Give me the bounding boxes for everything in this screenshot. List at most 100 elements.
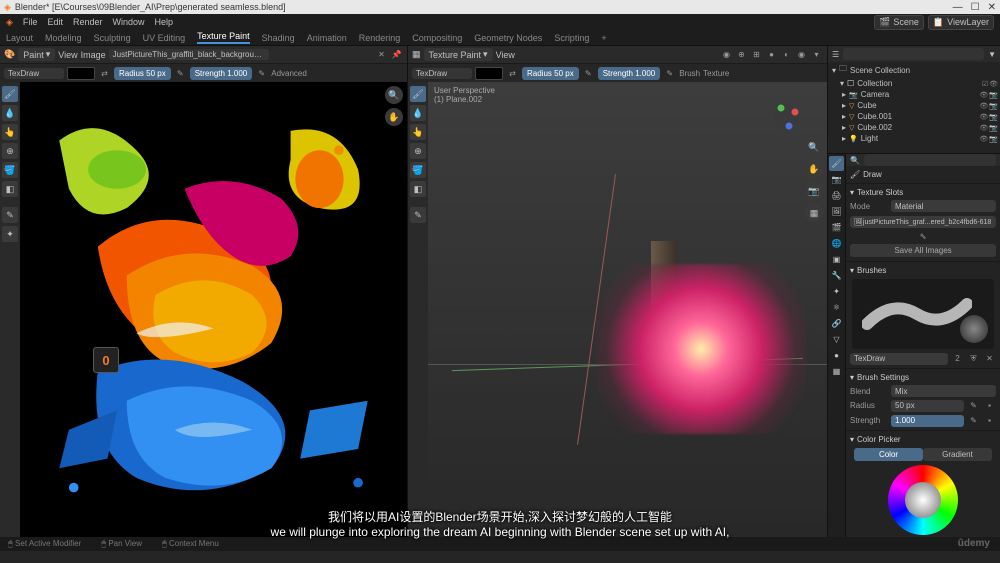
viewlayer-selector[interactable]: 📋 ViewLayer — [928, 15, 994, 30]
prop-tab-texture[interactable]: ▦ — [829, 364, 844, 379]
tab-shading[interactable]: Shading — [262, 33, 295, 43]
prop-tab-particle[interactable]: ✦ — [829, 284, 844, 299]
matprev-icon[interactable]: ◐ — [780, 48, 793, 61]
outliner-collection[interactable]: ▾☐Collection ☑👁 — [828, 78, 1000, 89]
tool-soften[interactable]: 💧 — [2, 105, 18, 121]
prop-tab-data[interactable]: ▽ — [829, 332, 844, 347]
shading-dropdown-icon[interactable]: ▾ — [810, 48, 823, 61]
texture-slot-item[interactable]: 🖼 justPictureThis_graf...ered_b2c4fbd6-6… — [850, 216, 996, 228]
menu-help[interactable]: Help — [155, 17, 174, 27]
tab-layout[interactable]: Layout — [6, 33, 33, 43]
radius-pressure-icon[interactable]: ✎ — [174, 67, 187, 80]
color-tab[interactable]: Color — [854, 448, 923, 461]
tab-uv-editing[interactable]: UV Editing — [143, 33, 186, 43]
brush-unlink-icon[interactable]: ✕ — [983, 352, 996, 365]
prop-tab-object[interactable]: ▣ — [829, 252, 844, 267]
navigation-gizmo[interactable] — [771, 102, 801, 132]
property-search[interactable] — [864, 154, 996, 166]
brush-name-field[interactable]: TexDraw — [850, 353, 948, 365]
zoom-icon[interactable]: 🔍 — [805, 138, 823, 156]
menu-file[interactable]: File — [23, 17, 38, 27]
menu-image[interactable]: Image — [81, 50, 106, 60]
radius-unit-icon[interactable]: ▪ — [983, 399, 996, 412]
advanced-menu[interactable]: Advanced — [271, 69, 307, 78]
tool-fill[interactable]: 🪣 — [410, 162, 426, 178]
camera-icon[interactable]: 📷 — [805, 182, 823, 200]
mode-dropdown[interactable]: Material — [891, 200, 996, 212]
prop-tab-world[interactable]: 🌐 — [829, 236, 844, 251]
tool-soften[interactable]: 💧 — [410, 105, 426, 121]
strength-pressure-icon[interactable]: ✎ — [255, 67, 268, 80]
strength-pressure-icon[interactable]: ✎ — [663, 67, 676, 80]
pan-icon[interactable]: ✋ — [805, 160, 823, 178]
color-picker-header[interactable]: ▾ Color Picker — [850, 433, 996, 446]
menu-window[interactable]: Window — [112, 17, 144, 27]
tab-modeling[interactable]: Modeling — [45, 33, 82, 43]
tool-clone[interactable]: ⊕ — [410, 143, 426, 159]
tab-texture-paint[interactable]: Texture Paint — [197, 31, 250, 44]
tool-draw[interactable]: 🖌 — [410, 86, 426, 102]
add-workspace-button[interactable]: + — [601, 33, 606, 43]
tab-scripting[interactable]: Scripting — [554, 33, 589, 43]
tool-mask[interactable]: ◧ — [2, 181, 18, 197]
strength-input[interactable]: 1.000 — [891, 415, 964, 427]
prop-tab-output[interactable]: 🖨 — [829, 188, 844, 203]
scene-selector[interactable]: 🎬 Scene — [874, 15, 924, 30]
pin-icon[interactable]: 📌 — [390, 48, 403, 61]
prop-tab-render[interactable]: 📷 — [829, 172, 844, 187]
radius-pressure-icon[interactable]: ✎ — [967, 399, 980, 412]
brush-dropdown[interactable]: TexDraw — [412, 68, 472, 79]
outliner-item-cube[interactable]: ▸▽Cube 👁📷 — [828, 100, 1000, 111]
blend-dropdown[interactable]: Mix — [891, 385, 996, 397]
outliner-item-cube002[interactable]: ▸▽Cube.002 👁📷 — [828, 122, 1000, 133]
tool-clone[interactable]: ⊕ — [2, 143, 18, 159]
prop-tab-view[interactable]: 🖼 — [829, 204, 844, 219]
fake-user-icon[interactable]: 2 — [951, 352, 964, 365]
tool-sample[interactable]: ✦ — [2, 226, 18, 242]
tool-draw[interactable]: 🖌 — [2, 86, 18, 102]
outliner-item-cube001[interactable]: ▸▽Cube.001 👁📷 — [828, 111, 1000, 122]
gizmos-icon[interactable]: ⊕ — [735, 48, 748, 61]
tool-smear[interactable]: 👆 — [2, 124, 18, 140]
radius-input[interactable]: 50 px — [891, 400, 964, 412]
strength-field[interactable]: Strength 1.000 — [190, 67, 253, 80]
overlays-icon[interactable]: ◉ — [720, 48, 733, 61]
close-button[interactable]: ✕ — [988, 2, 996, 13]
zoom-icon[interactable]: 🔍 — [385, 86, 403, 104]
texture-slots-header[interactable]: ▾ Texture Slots — [850, 186, 996, 199]
wireframe-icon[interactable]: ⊞ — [750, 48, 763, 61]
color-swap-icon[interactable]: ⇄ — [506, 67, 519, 80]
menu-edit[interactable]: Edit — [47, 17, 63, 27]
tab-compositing[interactable]: Compositing — [412, 33, 462, 43]
brushes-header[interactable]: ▾ Brushes — [850, 264, 996, 277]
outliner-type-icon[interactable]: ☰ — [832, 50, 839, 59]
color-swatch[interactable] — [67, 67, 95, 80]
editor-type-icon[interactable]: 🎨 — [4, 49, 15, 60]
save-all-button[interactable]: Save All Images — [850, 244, 996, 257]
prop-tab-scene[interactable]: 🎬 — [829, 220, 844, 235]
blender-logo-icon[interactable]: ◈ — [6, 17, 13, 28]
editor-type-icon[interactable]: ▦ — [412, 49, 421, 60]
prop-tab-constraint[interactable]: 🔗 — [829, 316, 844, 331]
brush-preview[interactable] — [852, 279, 994, 349]
unlink-icon[interactable]: ✕ — [375, 48, 388, 61]
outliner-item-camera[interactable]: ▸📷Camera 👁📷 — [828, 89, 1000, 100]
radius-field[interactable]: Radius 50 px — [522, 67, 579, 80]
viewport-canvas[interactable]: User Perspective (1) Plane.002 — [428, 82, 827, 537]
minimize-button[interactable]: — — [953, 2, 963, 13]
solid-icon[interactable]: ● — [765, 48, 778, 61]
texture-menu[interactable]: Texture — [703, 69, 729, 78]
radius-pressure-icon[interactable]: ✎ — [582, 67, 595, 80]
brush-dropdown[interactable]: TexDraw — [4, 68, 64, 79]
prop-tab-physics[interactable]: ⚛ — [829, 300, 844, 315]
maximize-button[interactable]: ☐ — [971, 2, 980, 13]
strength-pressure-icon[interactable]: ✎ — [967, 414, 980, 427]
brush-menu[interactable]: Brush — [679, 69, 700, 78]
image-name-field[interactable]: JustPictureThis_graffiti_black_backgroun… — [109, 49, 269, 60]
tool-mask[interactable]: ◧ — [410, 181, 426, 197]
menu-render[interactable]: Render — [73, 17, 103, 27]
radius-field[interactable]: Radius 50 px — [114, 67, 171, 80]
tab-sculpting[interactable]: Sculpting — [94, 33, 131, 43]
outliner-item-light[interactable]: ▸💡Light 👁📷 — [828, 133, 1000, 144]
outliner-scene-collection[interactable]: ▾🗀Scene Collection — [828, 62, 1000, 78]
